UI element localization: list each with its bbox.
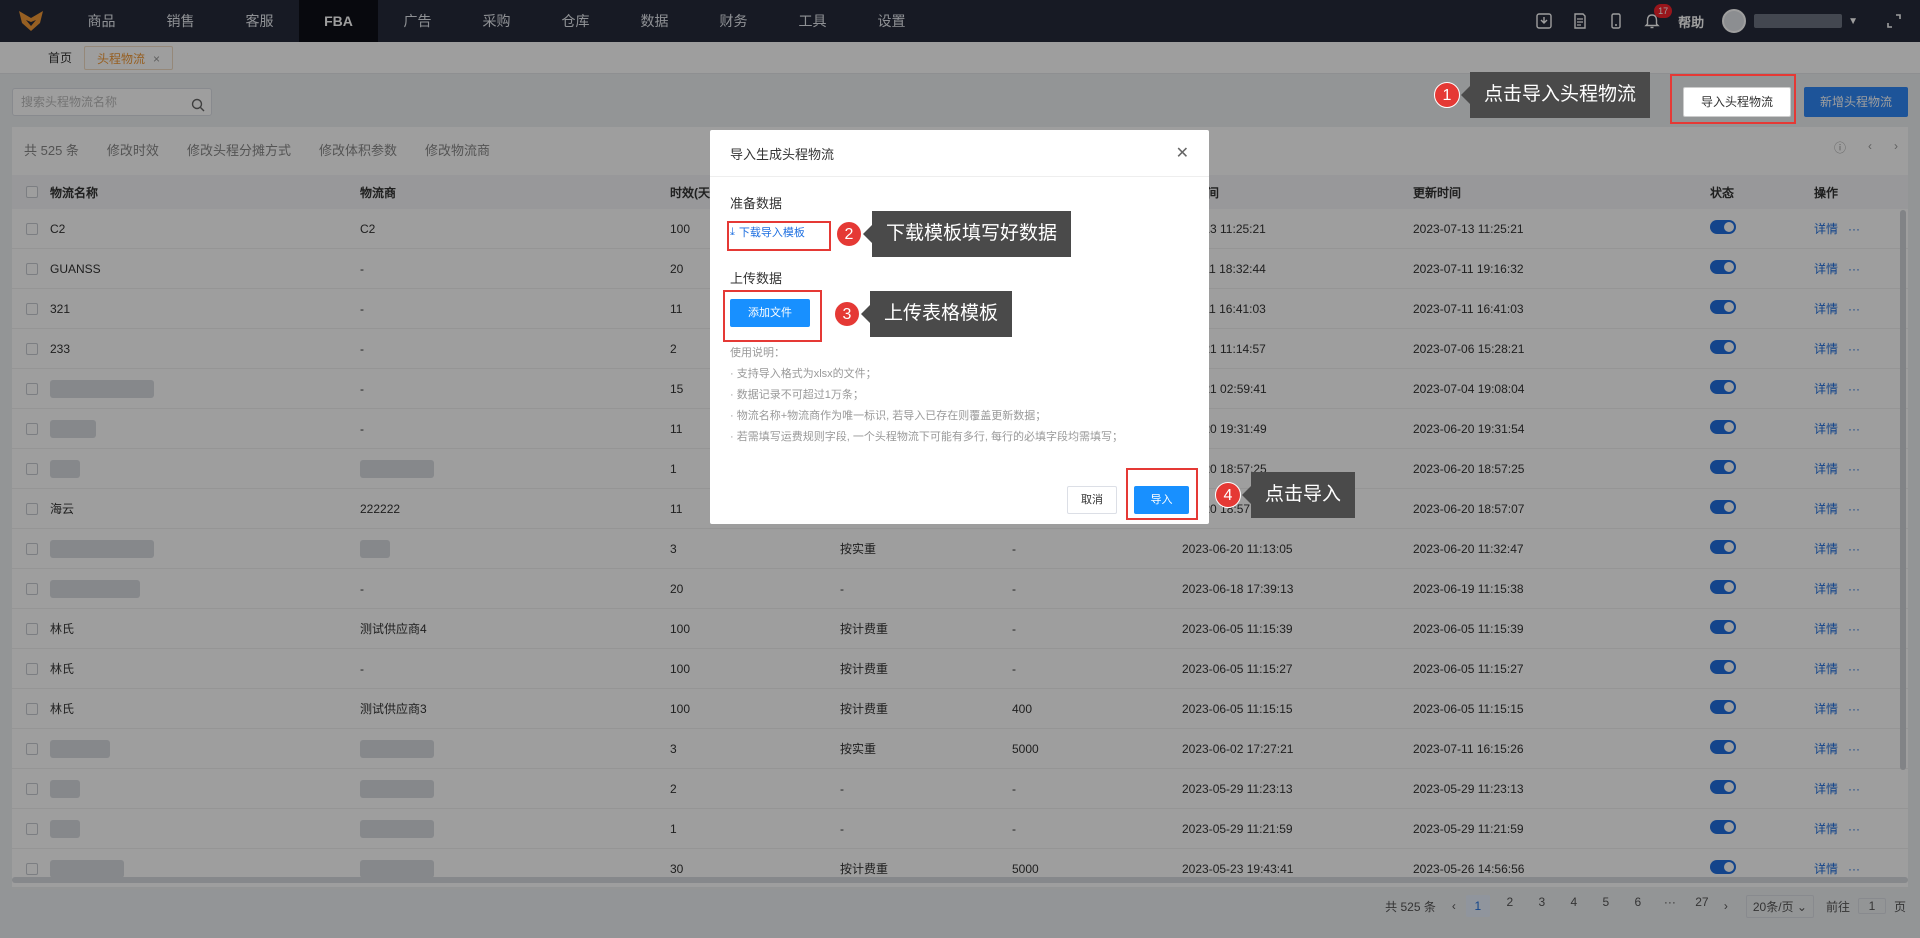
step-number: 3 [834,301,860,327]
note-item: · 数据记录不可超过1万条； [730,389,864,401]
note-item: · 若需填写运费规则字段, 一个头程物流下可能有多行, 每行的必填字段均需填写； [730,431,1123,443]
notes-title: 使用说明： [730,347,785,359]
add-file-button[interactable]: 添加文件 [730,299,810,327]
step-number: 2 [836,221,862,247]
step-number: 1 [1434,82,1460,108]
step-text: 点击导入 [1241,472,1356,518]
step-callout-1: 1 点击导入头程物流 [1434,72,1651,118]
upload-label: 上传数据 [730,271,783,286]
download-template-label: 下载导入模板 [738,227,805,239]
step-text: 点击导入头程物流 [1460,72,1651,118]
import-button-highlighted[interactable]: 导入头程物流 [1683,87,1791,117]
overlay-top [0,0,1920,74]
prepare-label: 准备数据 [730,196,783,211]
download-template-link[interactable]: ⤓ 下载导入模板 [730,224,805,240]
step-callout-2: 2 下载模板填写好数据 [836,211,1072,257]
note-item: · 支持导入格式为xlsx的文件； [730,368,877,380]
modal-header: 导入生成头程物流 ✕ [710,130,1209,177]
step-callout-3: 3 上传表格模板 [834,291,1013,337]
step-text: 上传表格模板 [860,291,1013,337]
modal-title: 导入生成头程物流 [730,146,835,162]
confirm-import-button[interactable]: 导入 [1134,486,1189,514]
usage-notes: 使用说明： · 支持导入格式为xlsx的文件； · 数据记录不可超过1万条； ·… [730,343,1189,448]
cancel-button[interactable]: 取消 [1067,486,1117,514]
step-number: 4 [1215,482,1241,508]
note-item: · 物流名称+物流商作为唯一标识, 若导入已存在则覆盖更新数据； [730,410,1047,422]
step-text: 下载模板填写好数据 [862,211,1072,257]
close-icon[interactable]: ✕ [1176,143,1189,163]
download-icon: ⤓ [730,225,735,238]
step-callout-4: 4 点击导入 [1215,472,1356,518]
